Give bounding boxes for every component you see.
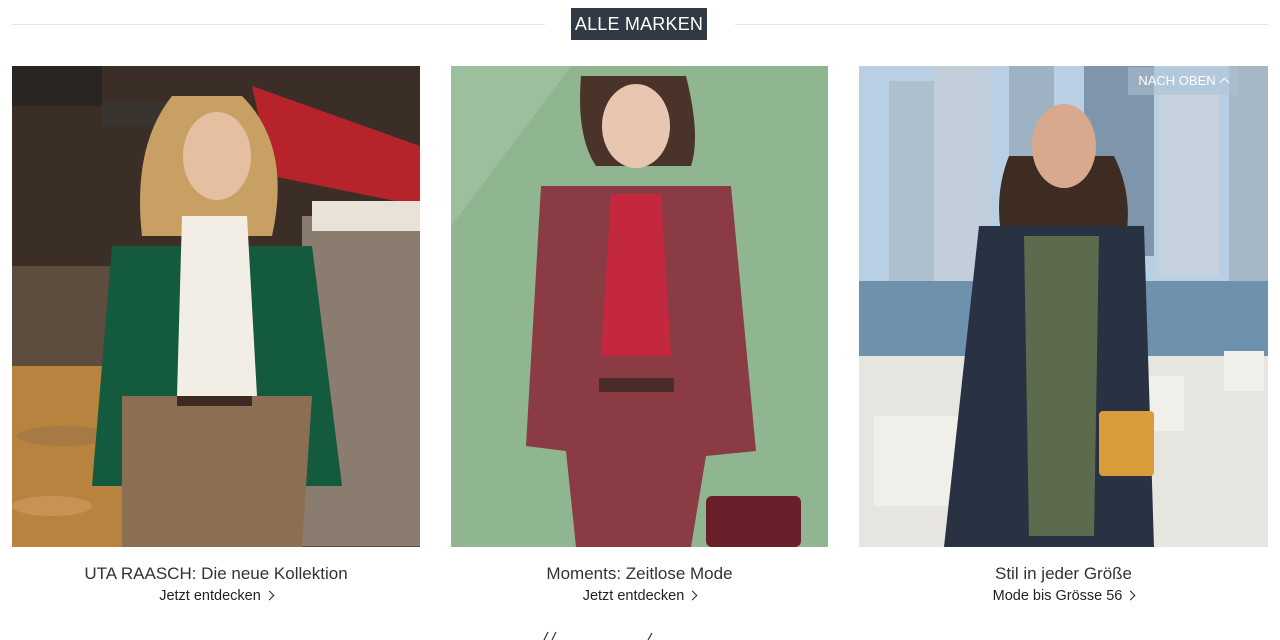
fashion-photo-green-blazer	[12, 66, 420, 547]
scroll-to-top-label: NACH OBEN	[1138, 73, 1216, 88]
chevron-right-icon	[1125, 590, 1136, 601]
discover-link[interactable]: Jetzt entdecken	[451, 588, 828, 604]
fashion-photo-navy-cardigan	[859, 66, 1268, 547]
divider-right	[735, 24, 1268, 25]
chevron-right-icon	[687, 590, 698, 601]
discover-link-label: Jetzt entdecken	[582, 588, 685, 604]
promo-image-plus-size[interactable]	[859, 66, 1268, 547]
brands-header: ALLE MARKEN	[0, 0, 1280, 48]
scroll-to-top-button[interactable]: NACH OBEN	[1128, 67, 1238, 95]
sizes-link[interactable]: Mode bis Grösse 56	[859, 588, 1268, 604]
sizes-link-label: Mode bis Grösse 56	[992, 588, 1123, 604]
discover-link-label: Jetzt entdecken	[159, 588, 261, 604]
chevron-right-icon	[264, 590, 275, 601]
promo-title: UTA RAASCH: Die neue Kollektion	[84, 564, 348, 583]
next-section-cutoff	[543, 631, 653, 640]
promo-image-moments[interactable]	[451, 66, 828, 547]
chevron-up-icon	[1219, 77, 1230, 88]
all-brands-button[interactable]: ALLE MARKEN	[571, 8, 707, 40]
discover-link[interactable]: Jetzt entdecken	[12, 588, 420, 604]
promo-image-uta-raasch[interactable]	[12, 66, 420, 547]
promo-title: Stil in jeder Größe	[995, 564, 1132, 583]
promo-title: Moments: Zeitlose Mode	[546, 564, 733, 583]
divider-left	[12, 24, 545, 25]
fashion-photo-burgundy-suit	[451, 66, 828, 547]
